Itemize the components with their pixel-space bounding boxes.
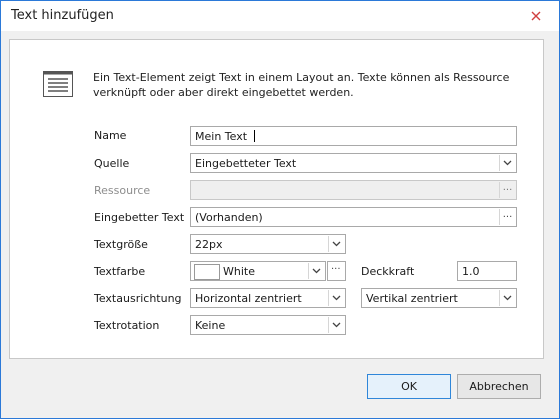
name-value: Mein Text [195,130,248,143]
chevron-down-icon [503,160,512,166]
deckkraft-input[interactable]: 1.0 [457,261,517,281]
textausrichtung-label: Textausrichtung [94,292,182,305]
horizontal-dropdown-button[interactable] [328,290,344,306]
eingebetteter-text-input[interactable]: (Vorhanden) ··· [190,207,517,227]
name-label: Name [94,129,127,142]
ellipsis-icon: ··· [502,211,513,223]
textgroesse-value: 22px [195,238,223,251]
ressource-input: ··· [190,180,517,200]
content-panel: Ein Text-Element zeigt Text in einem Lay… [9,39,544,359]
document-text-icon [43,71,73,97]
quelle-dropdown-button[interactable] [499,155,515,171]
textfarbe-label: Textfarbe [94,265,146,278]
deckkraft-value: 1.0 [462,265,480,278]
textrotation-select[interactable]: Keine [190,315,346,335]
vertical-alignment-value: Vertikal zentriert [366,292,458,305]
ressource-label: Ressource [94,184,151,197]
ok-button[interactable]: OK [367,374,451,399]
textgroesse-select[interactable]: 22px [190,234,346,254]
quelle-label: Quelle [94,157,130,170]
vertical-dropdown-button[interactable] [499,290,515,306]
chevron-down-icon [312,268,321,274]
deckkraft-label: Deckkraft [361,265,415,278]
eingebetteter-text-label: Eingebetter Text [94,211,185,224]
chevron-down-icon [332,241,341,247]
chevron-down-icon [503,295,512,301]
textfarbe-more-button[interactable]: ··· [327,261,346,281]
color-swatch [194,264,220,280]
textfarbe-select[interactable]: White [190,261,326,281]
textgroesse-label: Textgröße [94,238,148,251]
dialog-window: Text hinzufügen Ein Text-Element zeigt T… [0,0,560,419]
title-bar: Text hinzufügen [1,1,559,31]
chevron-down-icon [332,322,341,328]
cancel-button[interactable]: Abbrechen [457,374,541,399]
ellipsis-icon: ··· [502,184,513,196]
textrotation-value: Keine [195,319,226,332]
quelle-value: Eingebetteter Text [195,157,297,170]
chevron-down-icon [332,295,341,301]
text-cursor [254,130,255,142]
textrotation-dropdown-button[interactable] [328,317,344,333]
name-input[interactable]: Mein Text [190,126,517,146]
eingebetteter-text-value: (Vorhanden) [195,211,263,224]
textfarbe-dropdown-button[interactable] [308,263,324,279]
horizontal-alignment-select[interactable]: Horizontal zentriert [190,288,346,308]
close-icon [531,11,541,21]
horizontal-alignment-value: Horizontal zentriert [195,292,302,305]
textgroesse-dropdown-button[interactable] [328,236,344,252]
textrotation-label: Textrotation [94,319,160,332]
quelle-select[interactable]: Eingebetteter Text [190,153,517,173]
ellipsis-icon: ··· [331,264,341,275]
eingebetteter-text-edit-button[interactable]: ··· [499,209,515,225]
vertical-alignment-select[interactable]: Vertikal zentriert [361,288,517,308]
window-title: Text hinzufügen [11,8,114,23]
description-text: Ein Text-Element zeigt Text in einem Lay… [93,71,510,99]
textfarbe-value: White [223,265,255,278]
ressource-browse-button: ··· [499,182,515,198]
close-button[interactable] [513,1,559,31]
